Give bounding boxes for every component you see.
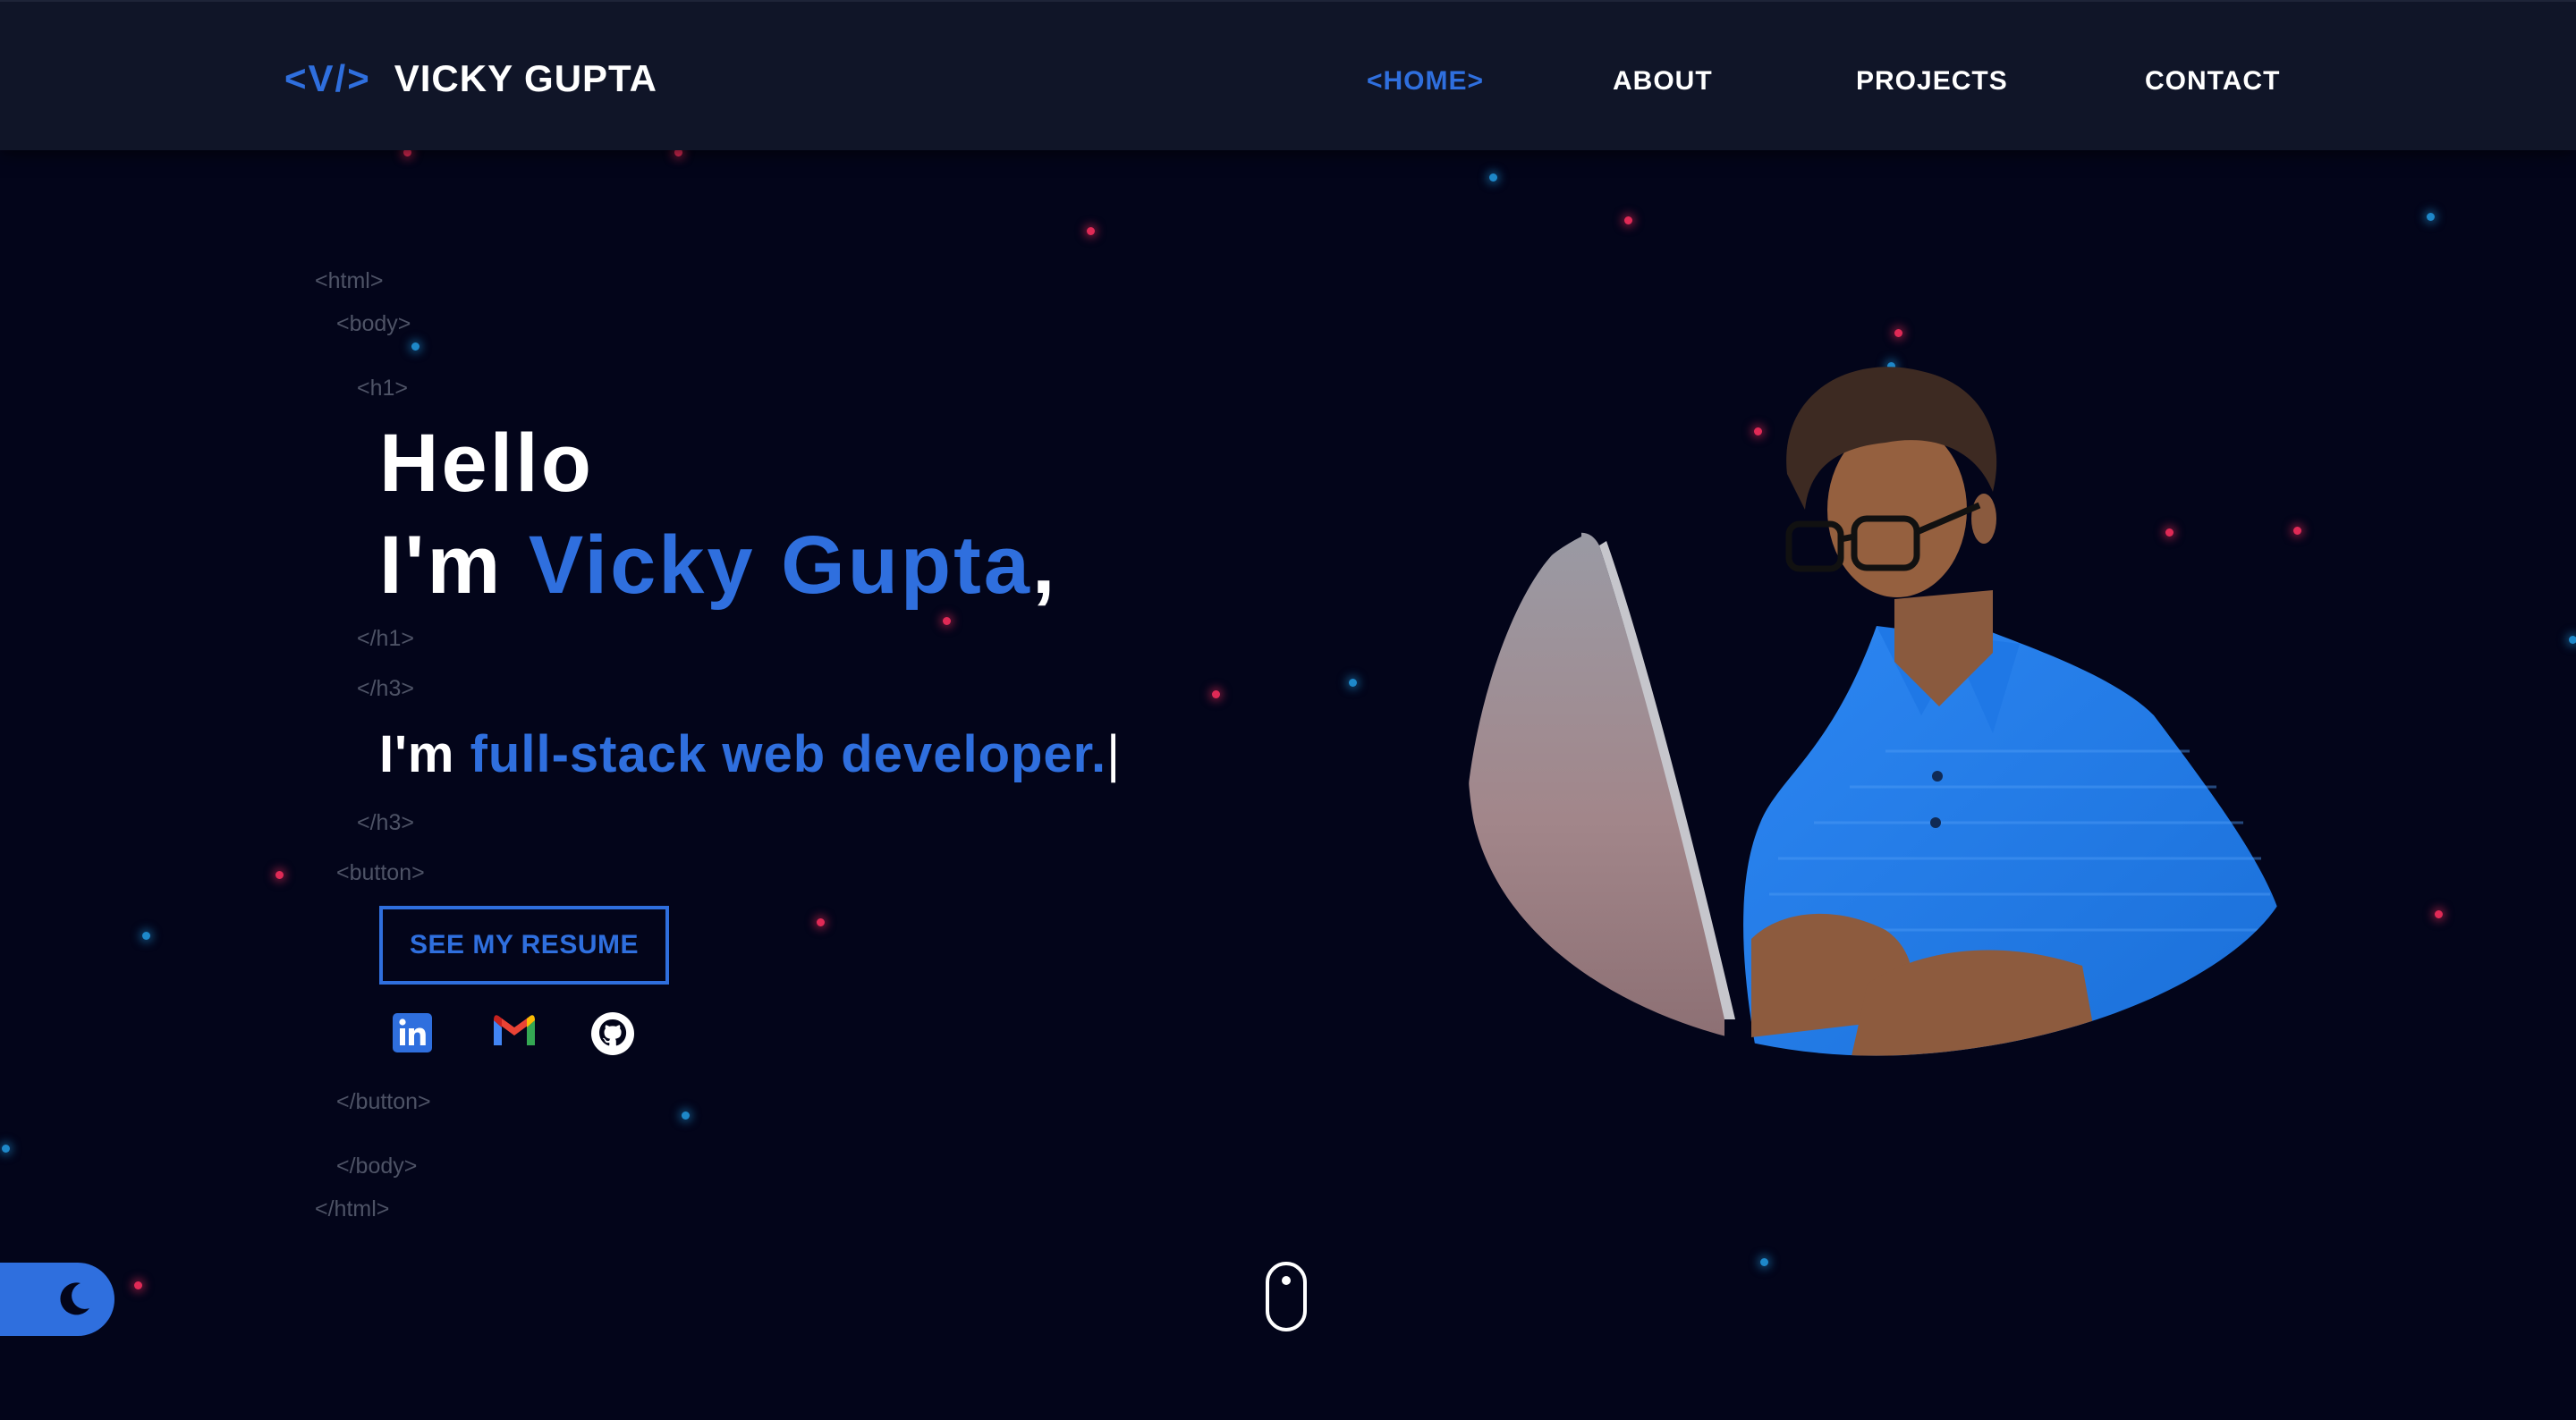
star bbox=[134, 1281, 142, 1289]
code-tag-html-open: <html> bbox=[315, 268, 384, 293]
star bbox=[2569, 636, 2576, 644]
code-tag-body-open: <body> bbox=[336, 311, 411, 336]
code-tag-button-close: </button> bbox=[336, 1089, 431, 1114]
github-icon[interactable] bbox=[590, 1011, 635, 1056]
intro-suffix: , bbox=[1031, 520, 1058, 611]
nav-about-link[interactable]: ABOUT bbox=[1613, 66, 1713, 97]
nav-contact-link[interactable]: CONTACT bbox=[2145, 66, 2280, 97]
mouse-scroll-icon[interactable] bbox=[1265, 1261, 1308, 1332]
code-tag-h3-open: </h3> bbox=[357, 676, 414, 701]
code-tag-h3-close: </h3> bbox=[357, 810, 414, 835]
code-tag-body-close: </body> bbox=[336, 1154, 418, 1179]
theme-toggle-button[interactable] bbox=[0, 1263, 114, 1336]
nav-projects-link[interactable]: PROJECTS bbox=[1856, 66, 2008, 97]
star bbox=[142, 932, 150, 940]
brand-logo[interactable]: <V/> VICKY GUPTA bbox=[284, 57, 657, 100]
star bbox=[411, 342, 419, 351]
star bbox=[943, 617, 951, 625]
brand-code-icon: <V/> bbox=[284, 57, 371, 99]
gmail-icon[interactable] bbox=[491, 1013, 536, 1058]
code-tag-h1-close: </h1> bbox=[357, 626, 414, 651]
star bbox=[275, 871, 284, 879]
star bbox=[682, 1111, 690, 1120]
role-text: full-stack web developer. bbox=[470, 725, 1107, 783]
typing-cursor: | bbox=[1106, 725, 1122, 783]
intro-prefix: I'm bbox=[379, 520, 529, 611]
hero-intro: I'm Vicky Gupta, bbox=[379, 519, 1057, 613]
moon-icon bbox=[60, 1282, 89, 1315]
hero-greeting: Hello bbox=[379, 418, 594, 509]
hero-role: I'm full-stack web developer.| bbox=[379, 724, 1121, 784]
brand-name: VICKY GUPTA bbox=[394, 57, 657, 99]
star bbox=[1212, 690, 1220, 698]
star bbox=[2293, 527, 2301, 535]
code-tag-button-open: <button> bbox=[336, 860, 425, 885]
star bbox=[1349, 679, 1357, 687]
star bbox=[817, 918, 825, 926]
star bbox=[1489, 173, 1497, 182]
star bbox=[1624, 216, 1632, 224]
code-tag-h1-open: <h1> bbox=[357, 376, 409, 401]
linkedin-icon[interactable] bbox=[393, 1013, 437, 1058]
see-resume-button[interactable]: SEE MY RESUME bbox=[379, 906, 669, 985]
star bbox=[1760, 1258, 1768, 1266]
role-prefix: I'm bbox=[379, 725, 470, 783]
star bbox=[2427, 213, 2435, 221]
star bbox=[2435, 910, 2443, 918]
nav-home-link[interactable]: <HOME> bbox=[1367, 66, 1484, 97]
star bbox=[1894, 329, 1902, 337]
hero-name: Vicky Gupta bbox=[528, 520, 1032, 611]
profile-photo bbox=[1456, 358, 2288, 1064]
star bbox=[2, 1145, 10, 1153]
navbar: <V/> VICKY GUPTA <HOME> ABOUT PROJECTS C… bbox=[0, 0, 2576, 150]
star bbox=[1087, 227, 1095, 235]
code-tag-html-close: </html> bbox=[315, 1196, 390, 1221]
